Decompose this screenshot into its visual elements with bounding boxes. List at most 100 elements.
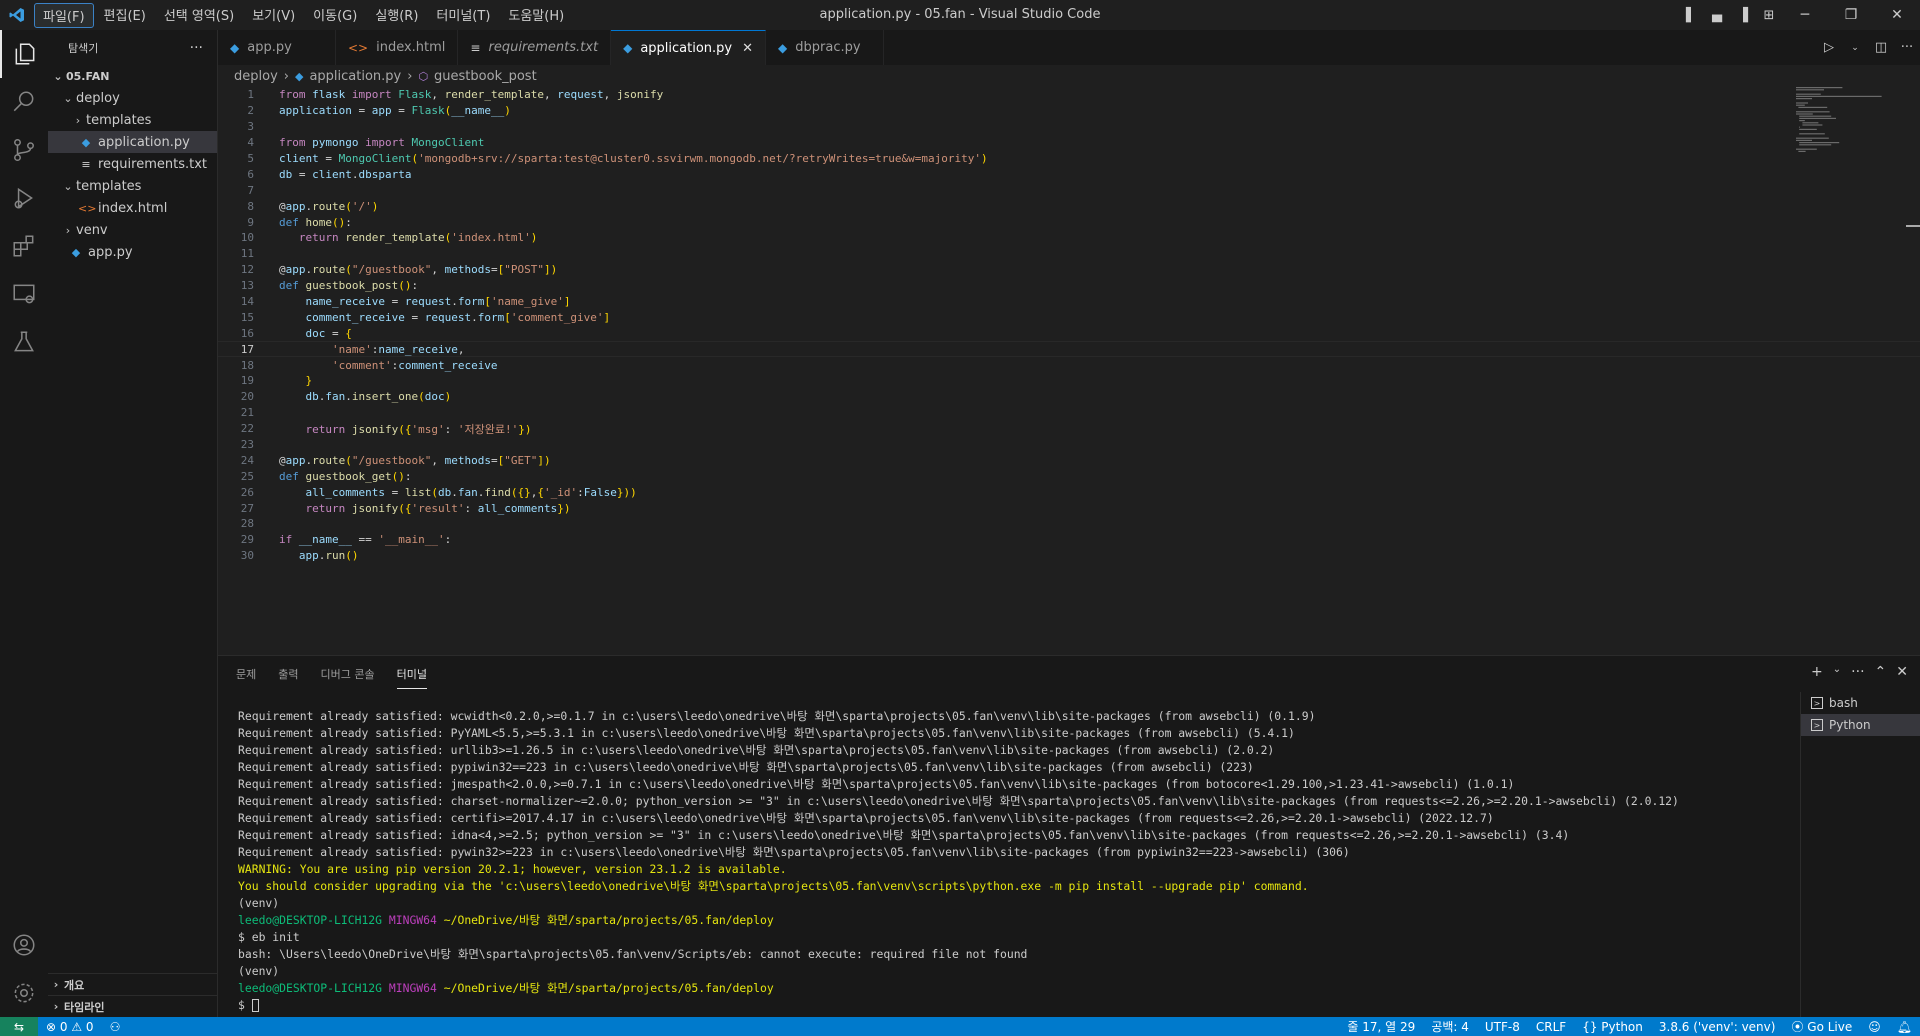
indentation[interactable]: 공백: 4 <box>1423 1018 1477 1035</box>
feedback-icon[interactable]: ☺ <box>1860 1020 1889 1034</box>
code-line[interactable]: 10 return render_template('index.html') <box>218 230 1920 246</box>
code-line[interactable]: 16 doc = { <box>218 325 1920 341</box>
search-icon[interactable] <box>0 78 48 126</box>
close-window-button[interactable]: ✕ <box>1874 0 1920 30</box>
code-line[interactable]: 6 db = client.dbsparta <box>218 166 1920 182</box>
panel-more-icon[interactable]: ··· <box>1851 664 1864 680</box>
source-control-icon[interactable] <box>0 126 48 174</box>
code-line[interactable]: 2 application = app = Flask(__name__) <box>218 103 1920 119</box>
code-line[interactable]: 17 'name':name_receive, <box>218 341 1920 358</box>
live-share-icon[interactable]: ⚇ <box>102 1020 129 1034</box>
sidebar-section-0[interactable]: › 개요 <box>48 973 218 995</box>
code-line[interactable]: 13 def guestbook_post(): <box>218 278 1920 294</box>
editor-tab[interactable]: ◆ app.py <box>218 30 336 65</box>
sidebar-section-1[interactable]: › 타임라인 <box>48 995 218 1017</box>
extensions-icon[interactable] <box>0 222 48 270</box>
tree-item[interactable]: ≡ requirements.txt <box>48 153 217 175</box>
menu-item-7[interactable]: 도움말(H) <box>500 3 572 28</box>
code-line[interactable]: 24 @app.route("/guestbook", methods=["GET… <box>218 452 1920 468</box>
code-line[interactable]: 3 <box>218 119 1920 135</box>
code-line[interactable]: 25 def guestbook_get(): <box>218 468 1920 484</box>
code-line[interactable]: 1 from flask import Flask, render_templat… <box>218 87 1920 103</box>
split-editor-icon[interactable]: ◫ <box>1868 33 1894 63</box>
explorer-icon[interactable] <box>0 30 48 78</box>
minimap[interactable] <box>1796 87 1906 157</box>
encoding[interactable]: UTF-8 <box>1477 1020 1528 1034</box>
code-line[interactable]: 4 from pymongo import MongoClient <box>218 135 1920 151</box>
code-line[interactable]: 15 comment_receive = request.form['comme… <box>218 309 1920 325</box>
tree-item[interactable]: › venv <box>48 219 217 241</box>
go-live-button[interactable]: ⦿ Go Live <box>1783 1018 1860 1035</box>
notifications-bell-icon[interactable]: 🔔︎ <box>1889 1020 1920 1034</box>
code-line[interactable]: 8 @app.route('/') <box>218 198 1920 214</box>
code-line[interactable]: 23 <box>218 437 1920 453</box>
code-line[interactable]: 21 <box>218 405 1920 421</box>
code-line[interactable]: 14 name_receive = request.form['name_giv… <box>218 294 1920 310</box>
code-line[interactable]: 11 <box>218 246 1920 262</box>
menu-item-6[interactable]: 터미널(T) <box>428 3 498 28</box>
code-line[interactable]: 18 'comment':comment_receive <box>218 357 1920 373</box>
new-terminal-icon[interactable]: + <box>1811 664 1823 680</box>
editor-tab[interactable]: ≡ requirements.txt <box>458 30 612 65</box>
code-line[interactable]: 28 <box>218 516 1920 532</box>
panel-tab[interactable]: 디버그 콘솔 <box>321 660 375 688</box>
breadcrumb-folder[interactable]: deploy <box>234 69 278 84</box>
menu-item-5[interactable]: 실행(R) <box>367 3 426 28</box>
problems-indicator[interactable]: ⊗ 0 ⚠ 0 <box>38 1020 102 1034</box>
code-line[interactable]: 27 return jsonify({'result': all_comment… <box>218 500 1920 516</box>
tree-item[interactable]: ⌄ templates <box>48 175 217 197</box>
code-line[interactable]: 29 if __name__ == '__main__': <box>218 532 1920 548</box>
toggle-secondary-sidebar-icon[interactable]: ▐ <box>1730 0 1756 30</box>
code-line[interactable]: 20 db.fan.insert_one(doc) <box>218 389 1920 405</box>
tree-item[interactable]: › templates <box>48 109 217 131</box>
maximize-panel-icon[interactable]: ⌃ <box>1875 664 1887 680</box>
menu-item-3[interactable]: 보기(V) <box>244 3 303 28</box>
code-line[interactable]: 30 app.run() <box>218 548 1920 564</box>
menu-item-1[interactable]: 편집(E) <box>96 3 154 28</box>
terminal-dropdown-chevron-icon[interactable]: ⌄ <box>1833 664 1841 680</box>
code-line[interactable]: 26 all_comments = list(db.fan.find({},{'… <box>218 484 1920 500</box>
panel-tab[interactable]: 터미널 <box>396 660 427 689</box>
breadcrumb-file[interactable]: application.py <box>309 69 401 84</box>
tree-item[interactable]: <> index.html <box>48 197 217 219</box>
testing-icon[interactable] <box>0 318 48 366</box>
code-line[interactable]: 12 @app.route("/guestbook", methods=["POS… <box>218 262 1920 278</box>
menu-item-4[interactable]: 이동(G) <box>305 3 365 28</box>
code-line[interactable]: 9 def home(): <box>218 214 1920 230</box>
toggle-primary-sidebar-icon[interactable]: ▌ <box>1678 0 1704 30</box>
code-editor[interactable]: 1 from flask import Flask, render_templat… <box>218 87 1920 655</box>
editor-tab[interactable]: ◆ application.py ✕ <box>611 30 767 65</box>
manage-gear-icon[interactable] <box>0 969 48 1017</box>
breadcrumb-symbol[interactable]: guestbook_post <box>434 69 537 84</box>
terminal-instance[interactable]: > bash <box>1801 692 1920 714</box>
code-line[interactable]: 19 } <box>218 373 1920 389</box>
terminal-instance[interactable]: > Python <box>1801 714 1920 736</box>
run-python-file-icon[interactable]: ▷ <box>1816 33 1842 63</box>
language-mode[interactable]: {} Python <box>1574 1020 1651 1034</box>
editor-tab[interactable]: ◆ dbprac.py <box>766 30 885 65</box>
tree-item[interactable]: ◆ application.py <box>48 131 217 153</box>
python-interpreter[interactable]: 3.8.6 ('venv': venv) <box>1651 1020 1784 1034</box>
remote-indicator-icon[interactable]: ⇆ <box>0 1017 38 1036</box>
run-debug-icon[interactable] <box>0 174 48 222</box>
end-of-line[interactable]: CRLF <box>1528 1020 1574 1034</box>
restore-button[interactable]: ❐ <box>1828 0 1874 30</box>
editor-tab[interactable]: <> index.html <box>336 30 459 65</box>
close-tab-icon[interactable]: ✕ <box>742 41 753 56</box>
code-line[interactable]: 22 return jsonify({'msg': '저장완료!'}) <box>218 421 1920 437</box>
tree-item[interactable]: ⌄ deploy <box>48 87 217 109</box>
toggle-panel-icon[interactable]: ▄ <box>1704 0 1730 30</box>
menu-item-0[interactable]: 파일(F) <box>34 2 94 28</box>
accounts-icon[interactable] <box>0 921 48 969</box>
editor-more-actions-icon[interactable]: ··· <box>1894 33 1920 63</box>
cursor-position[interactable]: 줄 17, 열 29 <box>1339 1018 1423 1035</box>
panel-tab[interactable]: 문제 <box>236 660 256 688</box>
code-line[interactable]: 5 client = MongoClient('mongodb+srv://spa… <box>218 151 1920 167</box>
menu-item-2[interactable]: 선택 영역(S) <box>156 3 242 28</box>
customize-layout-icon[interactable]: ⊞ <box>1756 0 1782 30</box>
remote-explorer-icon[interactable] <box>0 270 48 318</box>
close-panel-icon[interactable]: ✕ <box>1896 664 1908 680</box>
tree-item[interactable]: ◆ app.py <box>48 241 217 263</box>
code-line[interactable]: 7 <box>218 182 1920 198</box>
more-actions-icon[interactable]: ··· <box>190 40 203 56</box>
